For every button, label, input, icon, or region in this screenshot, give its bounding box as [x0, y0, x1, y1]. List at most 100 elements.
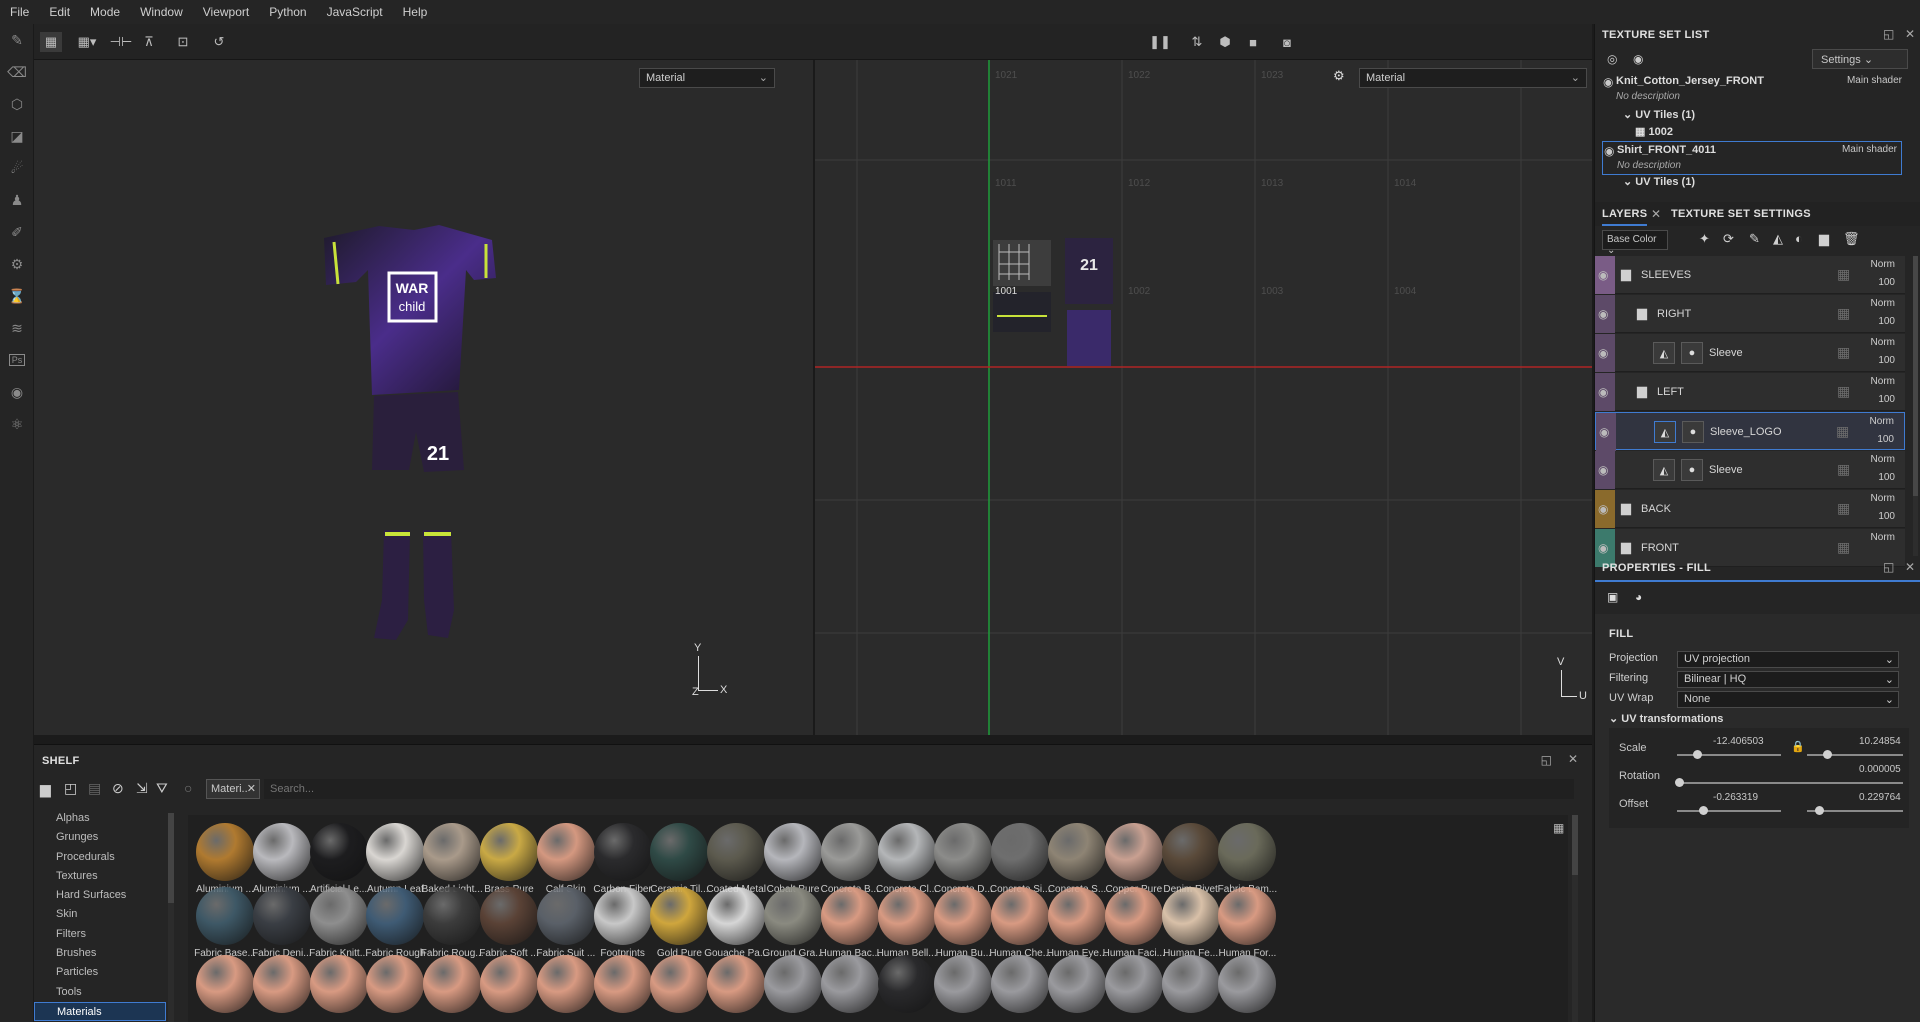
layers-scrollbar[interactable] — [1913, 256, 1918, 556]
tsl-settings-button[interactable]: Settings ⌄ — [1812, 49, 1908, 69]
visibility-eye-icon[interactable]: ◉ — [1598, 502, 1608, 516]
shelf-category-tools[interactable]: Tools — [34, 983, 166, 1002]
smudge-icon[interactable]: ☄ — [0, 152, 34, 184]
mask-tab-icon[interactable]: ◕ — [1635, 590, 1642, 604]
split-view-icon[interactable]: ▦▾ — [76, 32, 98, 52]
add-folder-icon[interactable]: ▆ — [1819, 231, 1829, 247]
close-layers-icon[interactable]: ✕ — [1651, 207, 1661, 221]
props-maximize-icon[interactable]: ◱ — [1883, 560, 1894, 574]
visibility-eye-icon[interactable]: ◉ — [1598, 268, 1608, 282]
paint-brush-icon[interactable]: ✎ — [0, 24, 34, 56]
channel-select[interactable]: Base Color ⌄ — [1602, 230, 1668, 256]
shelf-category-skin[interactable]: Skin — [34, 905, 166, 924]
blend-mode-select[interactable]: Norm — [1870, 416, 1894, 427]
shelf-category-materials[interactable]: Materials — [34, 1001, 166, 1022]
uvwrap-select[interactable]: None ⌄ — [1677, 691, 1899, 708]
categories-scrollbar[interactable] — [168, 813, 174, 1022]
visibility-eye-icon[interactable]: ◉ — [1604, 144, 1614, 158]
visibility-eye-icon[interactable]: ◉ — [1598, 307, 1608, 321]
layer-row[interactable]: ◉ ▆ BACK ▦ Norm 100 — [1595, 490, 1905, 528]
visibility-eye-icon[interactable]: ◉ — [1598, 346, 1608, 360]
fill-thumbnail-icon[interactable]: ◭ — [1653, 459, 1675, 481]
texture-set-item-selected[interactable]: ◉ Shirt_FRONT_4011 Main shader No descri… — [1602, 141, 1902, 175]
texture-set-item[interactable]: ◉ Knit_Cotton_Jersey_FRONT Main shader N… — [1602, 73, 1902, 107]
visibility-eye-icon[interactable]: ◉ — [1599, 425, 1609, 439]
material-thumbnail[interactable] — [1212, 955, 1282, 1013]
show-all-icon[interactable]: ◉ — [1633, 52, 1643, 66]
material-thumbnail[interactable]: Human For... — [1212, 887, 1282, 959]
viewport-2d-settings-icon[interactable]: ⚙ — [1333, 68, 1345, 84]
layer-row[interactable]: ◉ ◭ ● Sleeve ▦ Norm 100 — [1595, 334, 1905, 372]
add-fill-layer-icon[interactable]: ◭ — [1773, 231, 1783, 247]
opacity-value[interactable]: 100 — [1878, 472, 1895, 483]
shelf-category-filters[interactable]: Filters — [34, 925, 166, 944]
grid-scrollbar[interactable] — [1572, 815, 1578, 1022]
filter-icon[interactable]: ⛛ — [156, 780, 168, 797]
blend-mode-select[interactable]: Norm — [1871, 454, 1895, 465]
camera-icon[interactable]: ■ — [1242, 32, 1264, 52]
polygon-fill-icon[interactable]: ◪ — [0, 120, 34, 152]
settings-gear-icon[interactable]: ⚙ — [0, 248, 34, 280]
uv-tiles-group[interactable]: ⌄ UV Tiles (1) — [1623, 175, 1695, 188]
split-display-icon[interactable]: ⇅ — [1186, 32, 1208, 52]
shelf-close-icon[interactable]: ✕ — [1568, 752, 1578, 766]
shelf-maximize-icon[interactable]: ◱ — [1541, 753, 1552, 767]
visibility-eye-icon[interactable]: ◉ — [1598, 385, 1608, 399]
viewport-3d[interactable]: Material ⌄ WAR child 21 Y Z X — [34, 60, 813, 735]
single-view-icon[interactable]: ▦ — [40, 32, 62, 52]
remove-tag-icon[interactable]: ✕ — [247, 782, 256, 795]
layer-row[interactable]: ◉ ◭ ● Sleeve ▦ Norm 100 — [1595, 451, 1905, 489]
blend-mode-select[interactable]: Norm — [1871, 532, 1895, 543]
shelf-category-particles[interactable]: Particles — [34, 963, 166, 982]
shelf-category-procedurals[interactable]: Procedurals — [34, 848, 166, 867]
material-tab-icon[interactable]: ▣ — [1607, 590, 1618, 604]
menu-viewport[interactable]: Viewport — [203, 5, 249, 19]
magic-wand-icon[interactable]: ✦ — [1699, 231, 1710, 247]
hourglass-icon[interactable]: ⌛ — [0, 280, 34, 312]
opacity-value[interactable]: 100 — [1878, 277, 1895, 288]
layer-row[interactable]: ◉ ◭ ● Sleeve_LOGO ▦ Norm 100 — [1595, 412, 1905, 451]
delete-layer-icon[interactable]: 🗑 — [1843, 231, 1860, 247]
add-mask-icon[interactable]: ◐ — [1795, 231, 1803, 246]
new-folder-icon[interactable]: ◰ — [64, 780, 77, 797]
screenshot-icon[interactable]: ◙ — [1276, 32, 1298, 52]
offset-x-knob[interactable] — [1699, 806, 1708, 815]
offset-x-slider[interactable] — [1677, 810, 1781, 812]
projection-icon[interactable]: ⬡ — [0, 88, 34, 120]
offset-y-knob[interactable] — [1815, 806, 1824, 815]
rotation-value[interactable]: 0.000005 — [1859, 764, 1901, 775]
mask-thumbnail-icon[interactable]: ● — [1682, 421, 1704, 443]
uv-tile-item[interactable]: ▦ 1002 — [1635, 125, 1901, 141]
tsl-close-icon[interactable]: ✕ — [1905, 27, 1915, 41]
tab-texture-set-settings[interactable]: TEXTURE SET SETTINGS — [1671, 208, 1811, 220]
menu-window[interactable]: Window — [140, 5, 183, 19]
shelf-category-textures[interactable]: Textures — [34, 867, 166, 886]
scale-x-knob[interactable] — [1693, 750, 1702, 759]
menu-python[interactable]: Python — [269, 5, 306, 19]
opacity-value[interactable]: 100 — [1878, 394, 1895, 405]
material-thumbnail[interactable]: Fabric Bam... — [1212, 823, 1282, 895]
offset-x-value[interactable]: -0.263319 — [1713, 792, 1758, 803]
viewport-2d-mode-select[interactable]: Material ⌄ — [1359, 68, 1587, 88]
align-icon[interactable]: ⊼ — [138, 32, 160, 52]
menu-help[interactable]: Help — [403, 5, 428, 19]
blend-mode-select[interactable]: Norm — [1871, 298, 1895, 309]
offset-y-value[interactable]: 0.229764 — [1859, 792, 1901, 803]
visibility-eye-icon[interactable]: ◉ — [1603, 75, 1613, 89]
props-close-icon[interactable]: ✕ — [1905, 560, 1915, 574]
menu-edit[interactable]: Edit — [49, 5, 70, 19]
tab-layers[interactable]: LAYERS — [1602, 208, 1648, 226]
opacity-value[interactable]: 100 — [1877, 434, 1894, 445]
shelf-category-brushes[interactable]: Brushes — [34, 944, 166, 963]
symmetry-icon[interactable]: ⊣⊢ — [110, 32, 133, 52]
hide-all-icon[interactable]: ◎ — [1607, 52, 1617, 66]
plugin-icon[interactable]: ⚛ — [0, 408, 34, 440]
save-icon[interactable]: ▤ — [88, 780, 101, 797]
add-effect-icon[interactable]: ⟳ — [1723, 231, 1734, 247]
opacity-value[interactable]: 100 — [1878, 511, 1895, 522]
scale-y-value[interactable]: 10.24854 — [1859, 736, 1901, 747]
menu-file[interactable]: File — [10, 5, 29, 19]
opacity-value[interactable]: 100 — [1878, 316, 1895, 327]
shelf-category-alphas[interactable]: Alphas — [34, 809, 166, 828]
layer-row[interactable]: ◉ ▆ LEFT ▦ Norm 100 — [1595, 373, 1905, 411]
